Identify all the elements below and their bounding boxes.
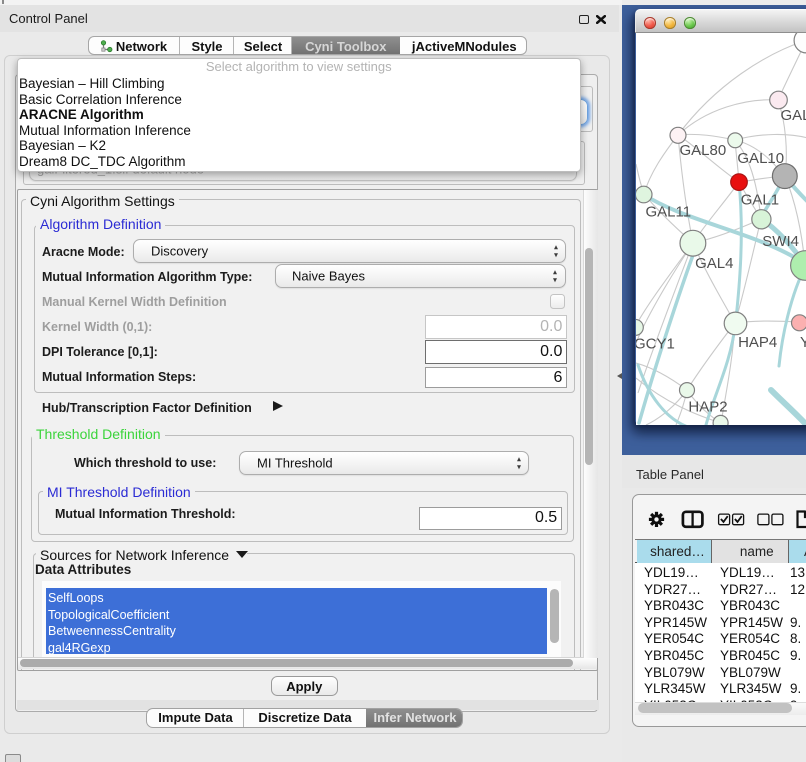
svg-text:GAL10: GAL10: [737, 149, 784, 166]
svg-text:GAL2: GAL2: [780, 106, 806, 123]
svg-text:HAP4: HAP4: [738, 333, 777, 350]
svg-text:GCY1: GCY1: [636, 334, 675, 351]
svg-text:GAL1: GAL1: [740, 190, 778, 207]
svg-text:GAL80: GAL80: [679, 141, 726, 158]
svg-text:HAP2: HAP2: [688, 397, 727, 414]
svg-text:GAL4: GAL4: [695, 254, 733, 271]
svg-text:GAL11: GAL11: [645, 202, 691, 219]
svg-text:SWI4: SWI4: [762, 232, 799, 249]
svg-text:YJR048W: YJR048W: [800, 333, 806, 350]
